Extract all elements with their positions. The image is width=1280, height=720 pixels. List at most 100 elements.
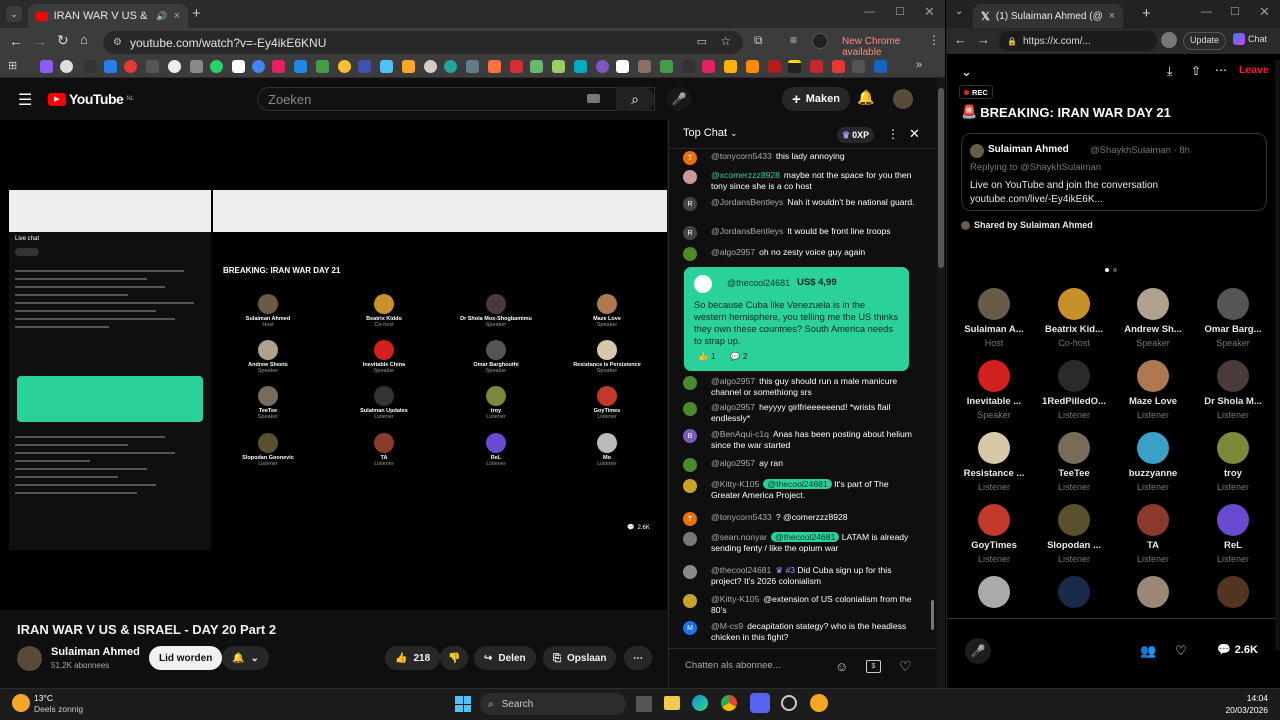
page-scrollbar-thumb[interactable] bbox=[938, 88, 944, 268]
space-participant[interactable] bbox=[1113, 576, 1193, 612]
search-input[interactable]: Zoeken bbox=[257, 87, 655, 111]
bookmark-21-icon[interactable] bbox=[466, 60, 479, 73]
channel-name[interactable]: Sulaiman Ahmed bbox=[51, 646, 140, 658]
bookmark-35-icon[interactable] bbox=[768, 60, 781, 73]
space-participant[interactable]: troy Listener bbox=[1193, 432, 1273, 492]
chat-message[interactable]: R @JordansBentleys Nah it wouldn't be nati… bbox=[683, 197, 919, 211]
chat-message[interactable]: @algo2957 heyyyy girlfrieeeeeend! *wrists… bbox=[683, 402, 919, 424]
chat-avatar[interactable] bbox=[683, 458, 697, 472]
chat-avatar[interactable]: R bbox=[683, 197, 697, 211]
x-tab-close-icon[interactable]: × bbox=[1109, 10, 1115, 22]
space-participant[interactable]: Sulaiman A... Host bbox=[954, 288, 1034, 348]
participant-avatar[interactable] bbox=[1137, 576, 1169, 608]
participant-avatar[interactable] bbox=[1058, 432, 1090, 464]
chat-username[interactable]: @BenAqui-c1q bbox=[711, 429, 769, 439]
share-space-icon[interactable]: ⇧ bbox=[1191, 64, 1201, 78]
space-participant[interactable]: Andrew Sh... Speaker bbox=[1113, 288, 1193, 348]
chat-avatar[interactable]: R bbox=[683, 226, 697, 240]
create-button[interactable]: + Maken bbox=[782, 87, 851, 111]
task-view-icon[interactable] bbox=[636, 696, 652, 712]
notifications-bell-icon[interactable]: 🔔 bbox=[857, 89, 874, 106]
chrome-icon[interactable] bbox=[721, 695, 737, 711]
bookmark-39-icon[interactable] bbox=[852, 60, 865, 73]
taskbar-search[interactable]: ⌕ Search bbox=[480, 693, 626, 715]
chat-avatar[interactable] bbox=[683, 170, 697, 184]
hamburger-menu-icon[interactable]: ☰ bbox=[18, 90, 32, 110]
speaker-icon[interactable]: 🔊 bbox=[156, 11, 167, 22]
share-button[interactable]: ↪ Delen bbox=[474, 646, 536, 670]
reading-list-icon[interactable]: ≡ bbox=[790, 33, 797, 47]
x-url-field[interactable]: 🔒 https://x.com/... bbox=[999, 31, 1157, 51]
participant-avatar[interactable] bbox=[1058, 288, 1090, 320]
chat-close-icon[interactable]: ✕ bbox=[909, 126, 920, 142]
chat-username[interactable]: @algo2957 bbox=[711, 247, 755, 257]
space-participant[interactable]: GoyTimes Listener bbox=[954, 504, 1034, 564]
chat-message[interactable]: B @BenAqui-c1q Anas has been posting about… bbox=[683, 429, 919, 451]
microphone-button[interactable]: 🎤 bbox=[965, 638, 991, 664]
chat-message[interactable]: @xcomerzzz8928 maybe not the space for yo… bbox=[683, 170, 919, 192]
chat-scrollbar-thumb[interactable] bbox=[931, 600, 934, 630]
chat-username[interactable]: @xcomerzzz8928 bbox=[711, 170, 780, 180]
bookmark-22-icon[interactable] bbox=[488, 60, 501, 73]
bookmark-27-icon[interactable] bbox=[596, 60, 609, 73]
x-scrollbar[interactable] bbox=[1275, 60, 1280, 650]
chat-message[interactable]: M @M-cs9 decapitation stategy? who is the … bbox=[683, 621, 919, 643]
save-button[interactable]: ⎘ Opslaan bbox=[543, 646, 617, 670]
chat-message[interactable]: @algo2957 oh no zesty voice guy again bbox=[683, 247, 919, 261]
x-minimize-icon[interactable]: — bbox=[1201, 6, 1212, 18]
bookmark-26-icon[interactable] bbox=[574, 60, 587, 73]
space-participant[interactable]: Beatrix Kid... Co-host bbox=[1034, 288, 1114, 348]
youtube-logo[interactable]: ▶ YouTube NL bbox=[48, 91, 134, 107]
participant-avatar[interactable] bbox=[1217, 504, 1249, 536]
pagination-dot-active[interactable] bbox=[1105, 268, 1109, 272]
collapse-space-icon[interactable]: ⌄ bbox=[961, 64, 972, 80]
extensions-icon[interactable]: ⧉ bbox=[754, 33, 763, 48]
space-participant[interactable]: Resistance ... Listener bbox=[954, 432, 1034, 492]
chat-avatar[interactable] bbox=[683, 594, 697, 608]
discord-icon[interactable] bbox=[750, 693, 770, 713]
bookmark-40-icon[interactable] bbox=[874, 60, 887, 73]
bookmark-4-icon[interactable] bbox=[104, 60, 117, 73]
space-participant[interactable]: ReL Listener bbox=[1193, 504, 1273, 564]
chat-username[interactable]: @algo2957 bbox=[711, 458, 755, 468]
chat-username[interactable]: @JordansBentleys bbox=[711, 197, 783, 207]
heart-reaction-icon[interactable]: ♡ bbox=[1175, 643, 1187, 659]
settings-icon[interactable] bbox=[781, 695, 797, 711]
participant-avatar[interactable] bbox=[978, 288, 1010, 320]
chat-message[interactable]: @thecool24681 ♛ #3 Did Cuba sign up for t… bbox=[683, 565, 919, 587]
account-avatar[interactable] bbox=[893, 89, 913, 109]
like-button[interactable]: 👍 218 bbox=[385, 646, 441, 670]
participant-avatar[interactable] bbox=[1217, 288, 1249, 320]
participant-avatar[interactable] bbox=[978, 360, 1010, 392]
chat-menu-icon[interactable]: ⋮ bbox=[887, 127, 899, 141]
emoji-icon[interactable]: ☺ bbox=[835, 659, 848, 674]
chat-avatar[interactable] bbox=[683, 402, 697, 416]
mention-chip[interactable]: @thecool24681 bbox=[771, 532, 840, 542]
bookmark-1-icon[interactable] bbox=[40, 60, 53, 73]
superchat-like[interactable]: 👍 1 bbox=[698, 352, 715, 361]
space-participant[interactable]: Maze Love Listener bbox=[1113, 360, 1193, 420]
x-close-window-icon[interactable]: ✕ bbox=[1259, 4, 1270, 20]
bookmark-34-icon[interactable] bbox=[746, 60, 759, 73]
more-bookmarks-icon[interactable]: » bbox=[916, 59, 922, 71]
tab-x-space[interactable]: 𝕏 (1) Sulaiman Ahmed (@ShaykhSul × bbox=[973, 4, 1123, 28]
chat-username[interactable]: @thecool24681 bbox=[711, 565, 771, 575]
x-forward-icon[interactable]: → bbox=[977, 32, 990, 47]
bookmark-star-icon[interactable]: ☆ bbox=[720, 34, 731, 48]
chat-message[interactable]: R @JordansBentleys It would be front line … bbox=[683, 226, 919, 240]
chat-avatar[interactable] bbox=[683, 565, 697, 579]
chat-avatar[interactable] bbox=[683, 376, 697, 390]
space-participant[interactable]: 1RedPilledO... Listener bbox=[1034, 360, 1114, 420]
tab-search-icon[interactable]: ⌄ bbox=[6, 6, 22, 22]
participant-avatar[interactable] bbox=[1137, 504, 1169, 536]
heart-icon[interactable]: ♡ bbox=[899, 658, 912, 675]
back-icon[interactable]: ← bbox=[9, 33, 23, 49]
participant-avatar[interactable] bbox=[1217, 576, 1249, 608]
participant-avatar[interactable] bbox=[1058, 576, 1090, 608]
weather-desc[interactable]: Deels zonnig bbox=[34, 704, 83, 714]
apps-grid-icon[interactable]: ⊞ bbox=[8, 59, 17, 72]
weather-temp[interactable]: 13°C bbox=[34, 693, 53, 703]
chat-avatar[interactable] bbox=[683, 532, 697, 546]
new-tab-icon[interactable]: + bbox=[192, 5, 201, 22]
chat-username[interactable]: @tonycorn5433 bbox=[711, 151, 772, 161]
